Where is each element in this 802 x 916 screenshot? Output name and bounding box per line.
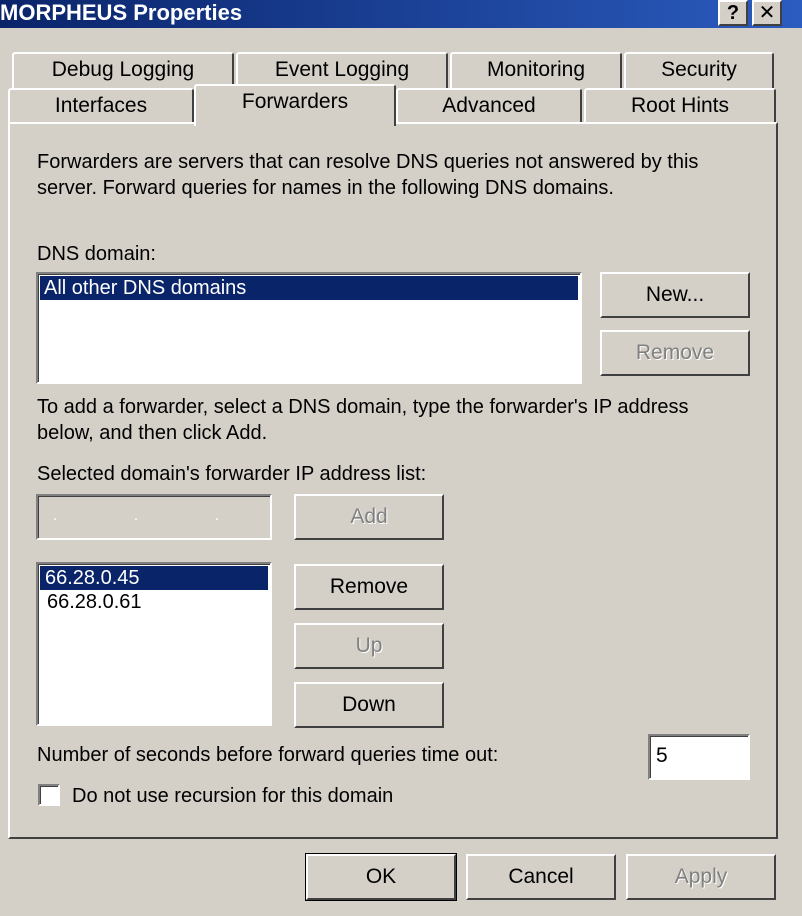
- cancel-label: Cancel: [508, 865, 574, 888]
- tab-forwarders[interactable]: Forwarders: [194, 84, 396, 126]
- ip-list-item[interactable]: 66.28.0.61: [40, 590, 268, 614]
- help-button[interactable]: ?: [718, 0, 748, 26]
- new-domain-label: New...: [645, 283, 705, 306]
- remove-ip-label: Remove: [329, 575, 409, 598]
- down-button[interactable]: Down: [294, 682, 444, 728]
- window-title: MORPHEUS Properties: [0, 0, 243, 25]
- tab-root-hints[interactable]: Root Hints: [584, 88, 776, 124]
- up-button[interactable]: Up: [294, 623, 444, 669]
- tab-monitoring[interactable]: Monitoring: [450, 52, 622, 88]
- cancel-button[interactable]: Cancel: [466, 854, 616, 900]
- tab-interfaces[interactable]: Interfaces: [8, 88, 194, 124]
- close-button[interactable]: ✕: [752, 0, 782, 26]
- add-button[interactable]: Add: [294, 494, 444, 540]
- apply-label: Apply: [674, 865, 728, 888]
- ip-address-dots: . . .: [52, 507, 256, 524]
- close-icon: ✕: [758, 2, 776, 24]
- forwarders-panel: [8, 122, 778, 839]
- recursion-checkbox[interactable]: [38, 784, 60, 806]
- tab-security[interactable]: Security: [624, 52, 774, 88]
- ok-button[interactable]: OK: [305, 853, 457, 901]
- remove-domain-label: Remove: [635, 341, 715, 364]
- tab-debug-logging[interactable]: Debug Logging: [12, 52, 234, 88]
- ip-address-list[interactable]: 66.28.0.45 66.28.0.61: [36, 562, 272, 726]
- timeout-input[interactable]: 5: [648, 734, 750, 780]
- window-edge: [788, 28, 802, 916]
- dns-domain-item[interactable]: All other DNS domains: [40, 276, 578, 300]
- down-label: Down: [342, 693, 396, 716]
- dns-domain-list[interactable]: All other DNS domains: [36, 272, 582, 384]
- new-domain-button[interactable]: New...: [600, 272, 750, 318]
- apply-button[interactable]: Apply: [626, 854, 776, 900]
- tab-event-logging[interactable]: Event Logging: [236, 52, 448, 88]
- ip-address-input[interactable]: . . .: [36, 494, 272, 540]
- ok-label: OK: [365, 865, 397, 888]
- remove-domain-button[interactable]: Remove: [600, 330, 750, 376]
- remove-ip-button[interactable]: Remove: [294, 564, 444, 610]
- add-label: Add: [350, 505, 388, 528]
- tab-advanced[interactable]: Advanced: [396, 88, 582, 124]
- ip-list-item[interactable]: 66.28.0.45: [40, 566, 268, 590]
- timeout-value: 5: [656, 744, 668, 767]
- up-label: Up: [355, 634, 383, 657]
